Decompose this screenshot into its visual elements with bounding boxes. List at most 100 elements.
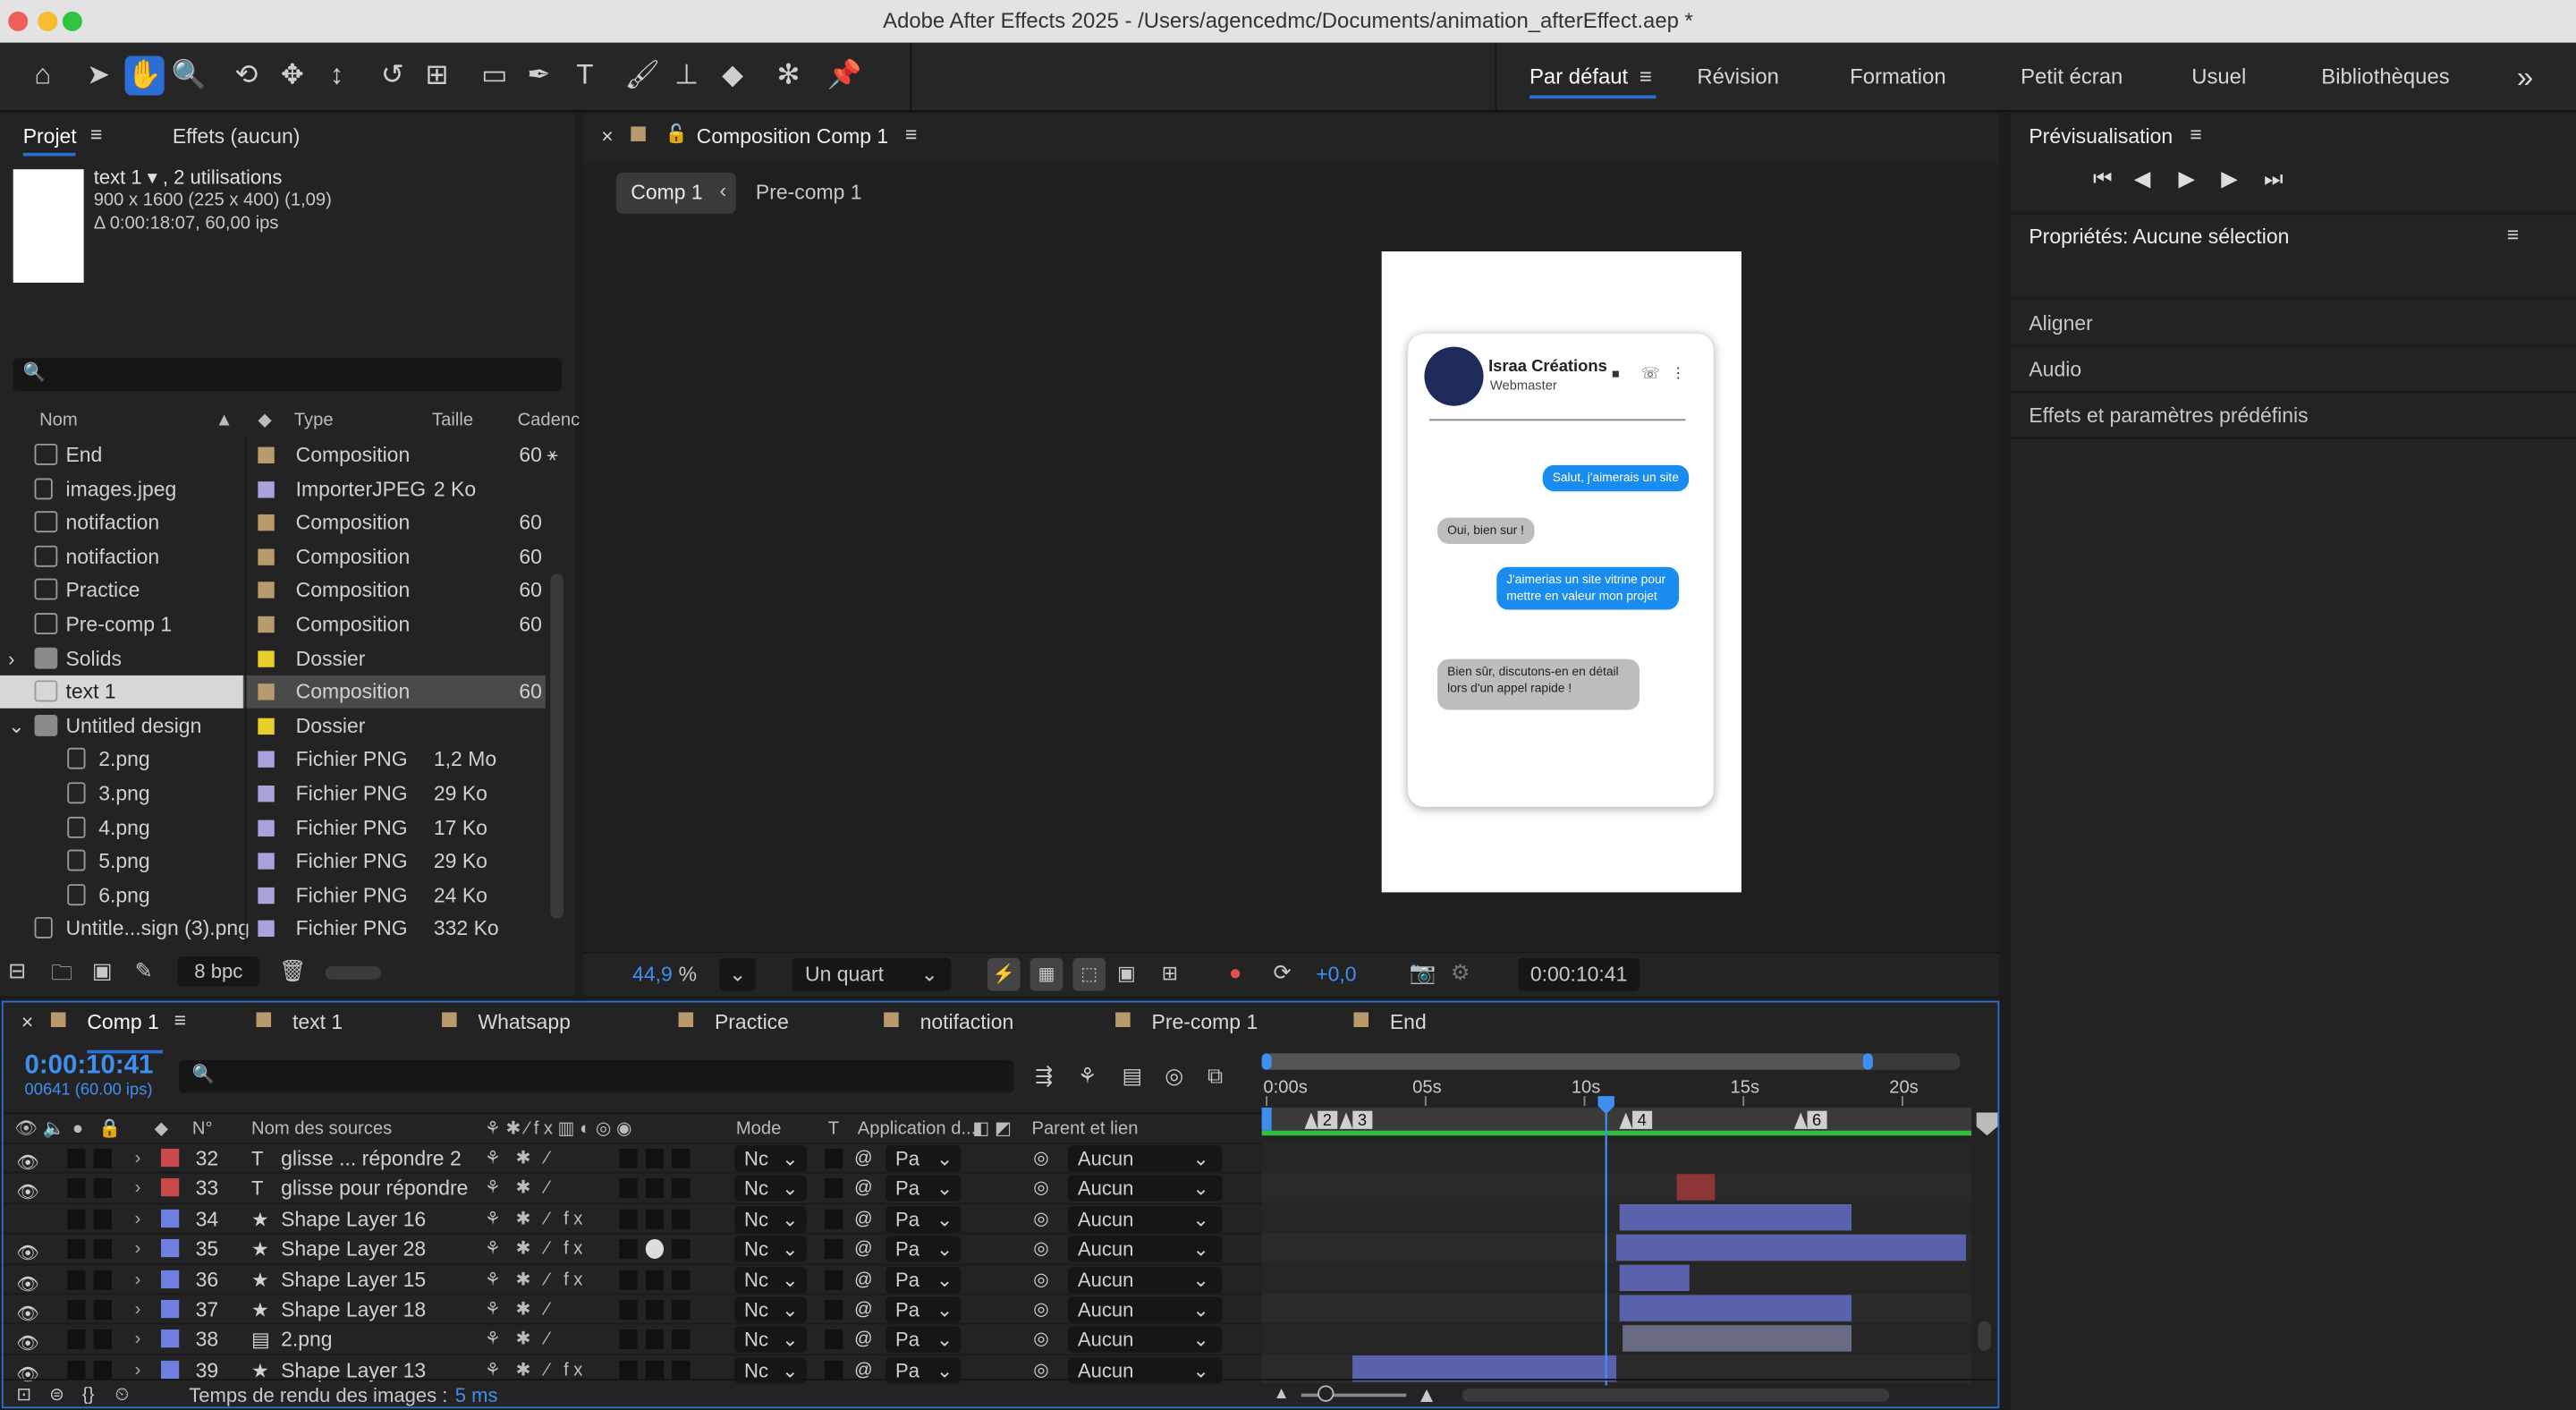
properties-menu-icon[interactable]: ≡ [2507, 224, 2519, 247]
layer-source-name[interactable]: glisse ... répondre 2 [281, 1143, 462, 1173]
layer-row[interactable]: 👁 › 32 Tglisse ... répondre 2 ⚘ ✱ ⁄ Nc ⌄ @ Pa ⌄ ◎ A… [3, 1142, 1262, 1173]
project-item[interactable]: 3.png Fichier PNG 29 Ko [0, 777, 546, 811]
blend-mode-dropdown[interactable]: Nc ⌄ [734, 1236, 807, 1263]
layer-duration-bar[interactable] [1623, 1325, 1852, 1352]
label-swatch[interactable] [258, 582, 275, 599]
project-item[interactable]: text 1 Composition 60 [0, 675, 546, 709]
timeline-hscroll[interactable] [1462, 1389, 1890, 1402]
application-dropdown[interactable]: Pa ⌄ [885, 1296, 962, 1323]
layer-duration-bar[interactable] [1619, 1264, 1690, 1292]
layer-duration-bar[interactable] [1619, 1204, 1852, 1231]
col-name[interactable]: Nom [39, 404, 78, 437]
timeline-tab[interactable]: notifaction [920, 1011, 1014, 1034]
project-search-input[interactable]: 🔍 [13, 358, 563, 392]
work-area-start[interactable] [1261, 1053, 1272, 1070]
col-source-name[interactable]: Nom des sources [251, 1114, 392, 1143]
layer-switch-box[interactable] [672, 1360, 691, 1380]
comp-canvas[interactable]: Israa Créations Webmaster ■ ☏ ⋮ Salut, j… [1381, 251, 1741, 893]
zoom-value[interactable]: 44,9 [632, 963, 673, 986]
timeline-tab[interactable]: Comp 1 [87, 1011, 158, 1034]
timeline-scrollbar[interactable] [1978, 1321, 1992, 1351]
layer-switch-box[interactable] [645, 1329, 665, 1350]
layer-source-name[interactable]: Shape Layer 18 [281, 1295, 426, 1324]
timeline-tab[interactable]: Pre-comp 1 [1152, 1011, 1258, 1034]
project-item[interactable]: images.jpeg ImporterJPEG 2 Ko [0, 472, 546, 505]
track-matte-box[interactable] [825, 1239, 843, 1260]
application-dropdown[interactable]: Pa ⌄ [885, 1205, 962, 1233]
chevron-right-icon[interactable]: › [135, 1143, 141, 1173]
blend-mode-dropdown[interactable]: Nc ⌄ [734, 1205, 807, 1233]
layer-source-name[interactable]: Shape Layer 28 [281, 1235, 426, 1264]
layer-switch-box[interactable] [645, 1178, 665, 1199]
workspace-revision[interactable]: Révision [1697, 43, 1779, 112]
track-matte-box[interactable] [825, 1178, 843, 1199]
mask-visibility-icon[interactable]: ⬚ [1072, 957, 1106, 991]
pickwhip-icon[interactable]: @ [854, 1204, 873, 1234]
label-swatch[interactable] [258, 819, 275, 837]
fast-preview-icon[interactable]: ⚡ [987, 957, 1021, 991]
shy-layers-icon[interactable]: ⚘ [1078, 1063, 1097, 1089]
workspace-formation[interactable]: Formation [1850, 43, 1946, 112]
label-swatch[interactable] [258, 887, 275, 904]
layer-switch-box[interactable] [67, 1329, 86, 1350]
layer-switches-icons[interactable]: ⚘ ✱ ⁄ [485, 1143, 554, 1173]
layer-label-swatch[interactable] [160, 1299, 180, 1319]
snapshot-camera-icon[interactable]: 📷 [1410, 960, 1436, 986]
pickwhip-icon[interactable]: @ [854, 1325, 873, 1355]
time-graph[interactable]: 0:00s 05s 10s 15s 20s 2 3 4 6 [1261, 1073, 1985, 1386]
parent-dropdown[interactable]: Aucun ⌄ [1067, 1266, 1223, 1293]
layer-switches-icons[interactable]: ⚘ ✱ ⁄ fx [485, 1265, 588, 1295]
parent-pickwhip-icon[interactable]: ◎ [1033, 1295, 1049, 1324]
reset-exposure-icon[interactable]: ⟳ [1273, 960, 1291, 986]
application-dropdown[interactable]: Pa ⌄ [885, 1236, 962, 1263]
hand-tool-icon[interactable]: ✋ [124, 55, 165, 96]
col-t[interactable]: T [828, 1114, 839, 1143]
chevron-right-icon[interactable]: › [135, 1325, 141, 1355]
first-frame-icon[interactable]: ⏮ [2093, 166, 2112, 192]
sort-arrow-icon[interactable]: ▲ [216, 404, 233, 437]
render-time-toggle-icon[interactable]: ⏲ [115, 1380, 130, 1410]
layer-switch-box[interactable] [645, 1209, 665, 1229]
project-item[interactable]: ⌄ Untitled design Dossier [0, 709, 546, 743]
layer-switch-box[interactable] [67, 1148, 86, 1168]
layer-duration-bar[interactable] [1352, 1355, 1617, 1382]
layer-switches-icons[interactable]: ⚘ ✱ ⁄ [485, 1174, 554, 1203]
chevron-right-icon[interactable]: › [135, 1174, 141, 1203]
section-effects-presets[interactable]: Effets et paramètres prédéfinis [2029, 404, 2308, 428]
layer-switch-box[interactable] [93, 1178, 112, 1199]
track-matte-box[interactable] [825, 1209, 843, 1229]
layer-switch-box[interactable] [93, 1360, 112, 1380]
layer-switch-box[interactable] [619, 1360, 638, 1380]
col-type[interactable]: Type [294, 404, 334, 437]
workspace-menu-icon[interactable]: ≡ [1640, 43, 1652, 112]
thumbnail-slider[interactable] [325, 966, 382, 980]
layer-switch-box[interactable] [67, 1270, 86, 1290]
layer-source-name[interactable]: 2.png [281, 1325, 332, 1355]
clone-stamp-icon[interactable]: ⊥ [667, 55, 707, 95]
layer-switch-box[interactable] [93, 1329, 112, 1350]
label-swatch[interactable] [258, 786, 275, 803]
pickwhip-icon[interactable]: @ [854, 1265, 873, 1295]
layer-switch-box[interactable] [93, 1148, 112, 1168]
in-out-toggle-icon[interactable]: {} [82, 1380, 95, 1410]
section-aligner[interactable]: Aligner [2029, 312, 2092, 336]
comp-menu-icon[interactable]: ≡ [905, 123, 917, 147]
layer-switches-icons[interactable]: ⚘ ✱ ⁄ [485, 1325, 554, 1355]
twirl-icon[interactable]: ⌄ [8, 709, 24, 743]
layer-switch-box[interactable] [672, 1270, 691, 1290]
layer-row[interactable]: 👁 › 38 ▤ 2.png ⚘ ✱ ⁄ Nc ⌄ @ Pa ⌄ ◎ Aucun ⌄ [3, 1323, 1262, 1355]
work-area-end[interactable] [1862, 1053, 1873, 1070]
show-snapshot-icon[interactable]: ⚙ [1451, 960, 1470, 986]
exposure-value[interactable]: +0,0 [1316, 963, 1356, 986]
track-matte-box[interactable] [825, 1148, 843, 1168]
more-workspaces-icon[interactable]: » [2517, 43, 2533, 112]
pan-camera-icon[interactable]: ✥ [273, 55, 312, 95]
layer-duration-bar[interactable] [1676, 1174, 1716, 1201]
layer-label-swatch[interactable] [160, 1239, 180, 1258]
timeline-tab[interactable]: End [1390, 1011, 1427, 1034]
solo-switch-icon[interactable]: ● [72, 1114, 83, 1143]
layer-row[interactable]: 👁 › 33 Tglisse pour répondre ⚘ ✱ ⁄ Nc ⌄ @ Pa ⌄ ◎ Au… [3, 1172, 1262, 1203]
adjust-settings-icon[interactable]: ✎ [135, 958, 153, 984]
parent-pickwhip-icon[interactable]: ◎ [1033, 1325, 1049, 1355]
layer-switch-box[interactable] [93, 1239, 112, 1260]
